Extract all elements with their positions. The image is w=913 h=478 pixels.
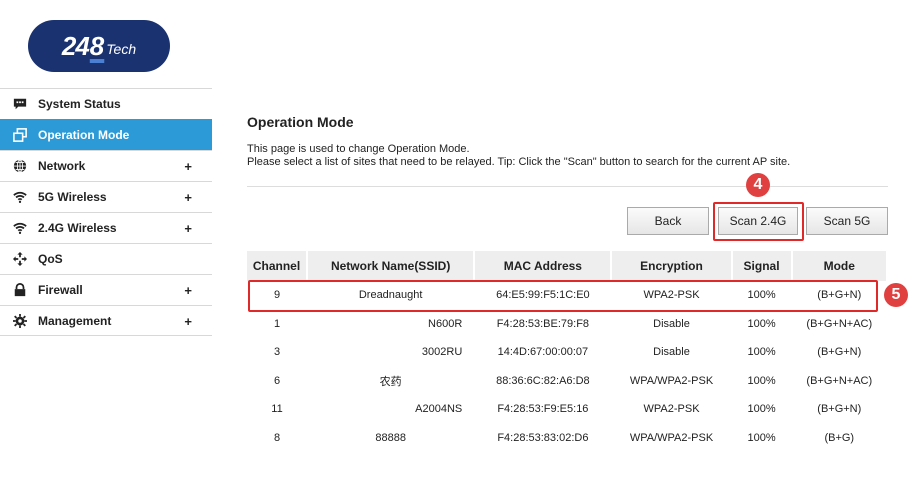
description-line-2: Please select a list of sites that need … bbox=[247, 156, 791, 168]
sidebar-nav: System Status Operation Mode Network + 5… bbox=[0, 88, 212, 336]
table-header-row: Channel Network Name(SSID) MAC Address E… bbox=[247, 251, 889, 281]
header-signal: Signal bbox=[731, 251, 793, 281]
sidebar-item-24g-wireless[interactable]: 2.4G Wireless + bbox=[0, 212, 212, 243]
logo-tech: Tech bbox=[106, 41, 137, 57]
table-row[interactable]: 11 A2004NS F4:28:53:F9:E5:16 WPA2-PSK 10… bbox=[247, 395, 887, 424]
sidebar-item-qos[interactable]: QoS bbox=[0, 243, 212, 274]
page-description: This page is used to change Operation Mo… bbox=[247, 143, 897, 169]
cell-encryption: WPA2-PSK bbox=[643, 403, 700, 416]
sidebar-item-label: 2.4G Wireless bbox=[38, 221, 117, 235]
cell-mac: F4:28:53:BE:79:F8 bbox=[496, 317, 590, 330]
header-encryption: Encryption bbox=[611, 251, 733, 281]
description-line-1: This page is used to change Operation Mo… bbox=[247, 143, 470, 155]
sidebar-item-label: Operation Mode bbox=[38, 128, 130, 142]
gear-icon bbox=[12, 313, 28, 329]
header-mac: MAC Address bbox=[474, 251, 613, 281]
cell-ssid: 88888 bbox=[375, 431, 406, 444]
logo-eight: 8 bbox=[89, 30, 105, 61]
cell-ssid: 农药 bbox=[379, 375, 402, 388]
cell-encryption: Disable bbox=[653, 317, 690, 330]
sidebar-item-system-status[interactable]: System Status bbox=[0, 88, 212, 119]
cell-channel: 3 bbox=[273, 346, 281, 359]
cell-mode: (B+G+N) bbox=[817, 346, 862, 359]
page-title: Operation Mode bbox=[247, 114, 354, 130]
sidebar-item-network[interactable]: Network + bbox=[0, 150, 212, 181]
cell-mac: F4:28:53:F9:E5:16 bbox=[497, 403, 589, 416]
cell-mode: (B+G+N) bbox=[817, 403, 862, 416]
selected-row-highlight bbox=[248, 280, 878, 312]
cell-encryption: Disable bbox=[653, 346, 690, 359]
sidebar-item-label: 5G Wireless bbox=[38, 190, 107, 204]
expand-plus-icon[interactable]: + bbox=[184, 221, 192, 236]
lock-icon bbox=[12, 282, 28, 298]
cell-signal: 100% bbox=[747, 403, 776, 416]
expand-plus-icon[interactable]: + bbox=[184, 314, 192, 329]
cell-encryption: WPA/WPA2-PSK bbox=[629, 374, 714, 387]
cell-channel: 1 bbox=[273, 317, 281, 330]
cell-channel: 11 bbox=[271, 403, 283, 416]
cell-ssid: 3002RU bbox=[421, 346, 463, 359]
sidebar-item-label: QoS bbox=[38, 252, 63, 266]
main-content: Operation Mode This page is used to chan… bbox=[247, 114, 897, 169]
cell-signal: 100% bbox=[747, 346, 776, 359]
expand-plus-icon[interactable]: + bbox=[184, 283, 192, 298]
sidebar-item-label: Management bbox=[38, 313, 112, 328]
cell-encryption: WPA/WPA2-PSK bbox=[629, 431, 714, 444]
header-mode: Mode bbox=[791, 251, 889, 281]
brand-logo: 24 8 Tech bbox=[28, 20, 170, 72]
wifi-icon bbox=[12, 220, 28, 236]
divider bbox=[247, 186, 888, 187]
sidebar-item-label: System Status bbox=[38, 97, 121, 111]
sidebar-item-management[interactable]: Management + bbox=[0, 305, 212, 336]
cell-ssid: N600R bbox=[428, 317, 463, 330]
cell-ssid: A2004NS bbox=[415, 403, 463, 416]
cell-mode: (B+G+N+AC) bbox=[806, 317, 873, 330]
cell-mac: 88:36:6C:82:A6:D8 bbox=[496, 374, 590, 387]
sidebar-item-label: Firewall bbox=[38, 283, 83, 297]
cell-mac: F4:28:53:83:02:D6 bbox=[497, 431, 589, 444]
cell-channel: 8 bbox=[273, 431, 281, 444]
wifi-icon bbox=[12, 189, 28, 205]
table-row[interactable]: 6 农药 88:36:6C:82:A6:D8 WPA/WPA2-PSK 100%… bbox=[247, 367, 887, 396]
table-row[interactable]: 1 N600R F4:28:53:BE:79:F8 Disable 100% (… bbox=[247, 310, 887, 339]
cell-mode: (B+G+N+AC) bbox=[806, 374, 873, 387]
cell-channel: 6 bbox=[273, 374, 281, 387]
chat-icon bbox=[12, 96, 28, 112]
logo-number: 24 bbox=[61, 30, 90, 61]
header-ssid: Network Name(SSID) bbox=[307, 251, 476, 281]
expand-plus-icon[interactable]: + bbox=[184, 190, 192, 205]
cell-mode: (B+G) bbox=[824, 431, 855, 444]
arrows-icon bbox=[12, 251, 28, 267]
expand-plus-icon[interactable]: + bbox=[184, 159, 192, 174]
cell-signal: 100% bbox=[747, 431, 776, 444]
table-row[interactable]: 3 3002RU 14:4D:67:00:00:07 Disable 100% … bbox=[247, 338, 887, 367]
header-channel: Channel bbox=[247, 251, 309, 281]
scan-button-highlight bbox=[713, 202, 804, 241]
cell-signal: 100% bbox=[747, 317, 776, 330]
cell-signal: 100% bbox=[747, 374, 776, 387]
step-5-badge: 5 bbox=[884, 283, 908, 307]
sidebar-item-firewall[interactable]: Firewall + bbox=[0, 274, 212, 305]
cell-mac: 14:4D:67:00:00:07 bbox=[497, 346, 589, 359]
step-4-badge: 4 bbox=[746, 173, 770, 197]
globe-icon bbox=[12, 158, 28, 174]
table-row[interactable]: 8 88888 F4:28:53:83:02:D6 WPA/WPA2-PSK 1… bbox=[247, 424, 887, 453]
scan-5g-button[interactable]: Scan 5G bbox=[806, 207, 888, 235]
windows-icon bbox=[12, 127, 28, 143]
sidebar-item-5g-wireless[interactable]: 5G Wireless + bbox=[0, 181, 212, 212]
back-button[interactable]: Back bbox=[627, 207, 709, 235]
sidebar-item-label: Network bbox=[38, 159, 86, 173]
sidebar-item-operation-mode[interactable]: Operation Mode bbox=[0, 119, 212, 150]
